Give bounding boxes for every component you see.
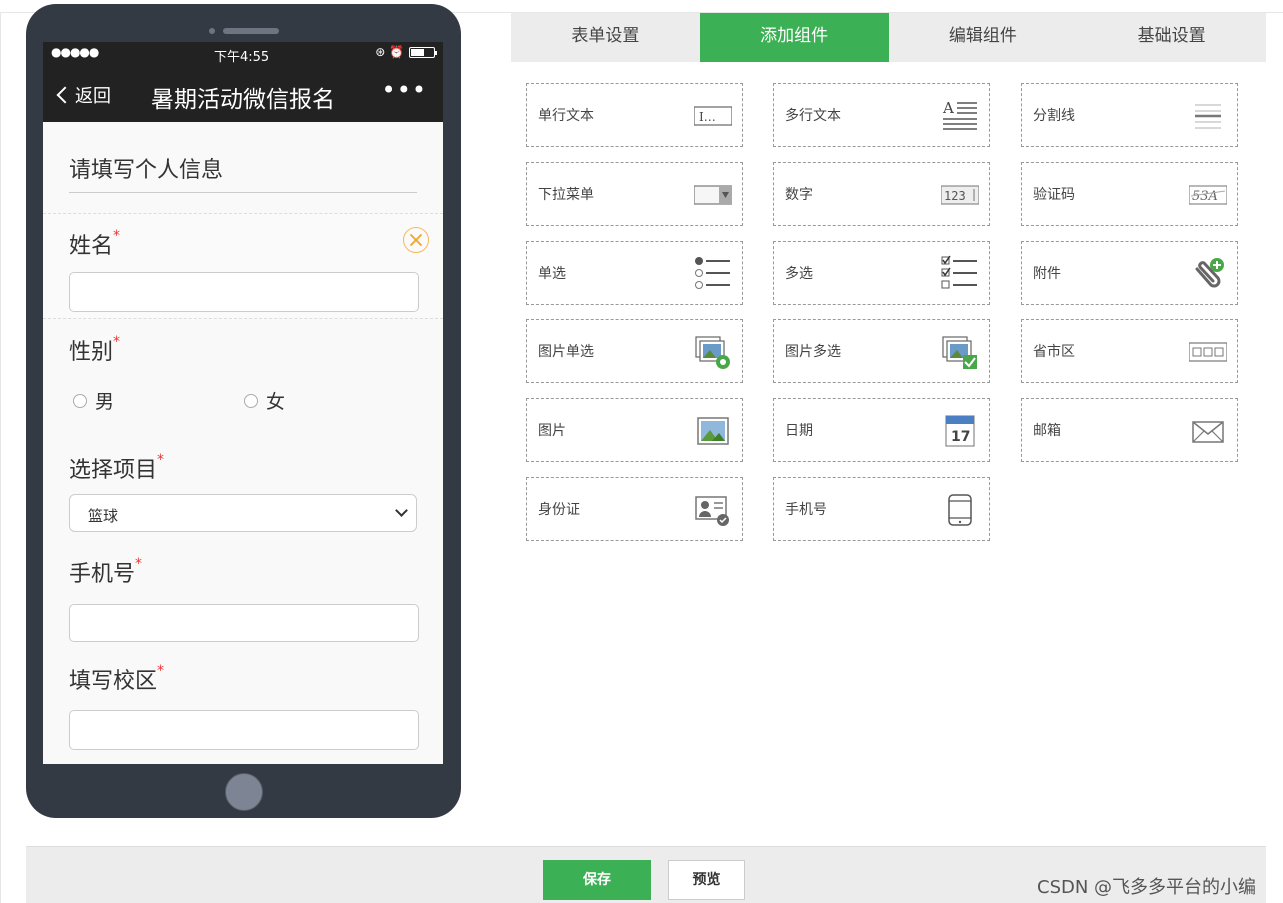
chevron-down-icon	[395, 504, 408, 517]
campus-input[interactable]	[69, 710, 419, 750]
component-multi-line-text[interactable]: 多行文本 A	[773, 83, 990, 147]
component-dropdown[interactable]: 下拉菜单	[526, 162, 743, 226]
more-icon[interactable]: •••	[382, 76, 427, 104]
mobile-phone-icon	[948, 494, 972, 526]
id-card-icon	[695, 496, 729, 526]
captcha-icon: 53A	[1189, 185, 1227, 205]
tab-edit-component[interactable]: 编辑组件	[889, 13, 1078, 62]
component-email[interactable]: 邮箱	[1021, 398, 1238, 462]
svg-text:53A: 53A	[1192, 189, 1218, 204]
preview-button[interactable]: 预览	[668, 860, 745, 900]
required-mark: *	[113, 228, 121, 244]
component-image[interactable]: 图片	[526, 398, 743, 462]
component-date[interactable]: 日期 17	[773, 398, 990, 462]
svg-text:I…: I…	[699, 110, 716, 124]
component-number[interactable]: 数字 123	[773, 162, 990, 226]
component-attachment[interactable]: 附件	[1021, 241, 1238, 305]
campus-label: 填写校区*	[69, 663, 165, 694]
image-radio-icon	[695, 336, 730, 369]
alarm-icon: ⊛ ⏰	[375, 45, 404, 59]
radio-male[interactable]: 男	[73, 387, 114, 414]
attachment-icon	[1195, 258, 1224, 288]
component-divider[interactable]: 分割线	[1021, 83, 1238, 147]
signal-icon: ●●●●●	[51, 45, 99, 59]
delete-field-icon[interactable]	[403, 227, 429, 253]
page: ●●●●● 下午4:55 ⊛ ⏰ 返回 暑期活动微信报名 ••• 请填写个人信息	[0, 0, 1283, 903]
phone-label: 手机号*	[69, 556, 143, 587]
form-heading: 请填写个人信息	[69, 158, 224, 183]
dropdown-icon	[694, 185, 732, 205]
svg-text:17: 17	[951, 429, 970, 445]
component-image-radio[interactable]: 图片单选	[526, 319, 743, 383]
component-captcha[interactable]: 验证码 53A	[1021, 162, 1238, 226]
tab-basic-settings[interactable]: 基础设置	[1077, 13, 1266, 62]
phone-screen: ●●●●● 下午4:55 ⊛ ⏰ 返回 暑期活动微信报名 ••• 请填写个人信息	[43, 42, 443, 764]
phone-preview: ●●●●● 下午4:55 ⊛ ⏰ 返回 暑期活动微信报名 ••• 请填写个人信息	[26, 4, 461, 818]
required-mark: *	[157, 452, 165, 468]
region-icon	[1189, 342, 1227, 362]
tab-form-settings[interactable]: 表单设置	[511, 13, 700, 62]
project-selected-value: 篮球	[88, 507, 119, 525]
svg-text:A: A	[942, 99, 954, 117]
heading-divider	[69, 192, 417, 193]
divider-icon	[1195, 104, 1221, 129]
save-button[interactable]: 保存	[543, 860, 651, 900]
number-icon: 123	[941, 185, 979, 205]
nav-bar: 返回 暑期活动微信报名 •••	[43, 66, 443, 122]
left-divider	[0, 12, 1, 903]
radio-female[interactable]: 女	[244, 387, 285, 414]
home-button	[225, 773, 263, 811]
name-input[interactable]	[69, 272, 419, 312]
required-mark: *	[113, 334, 121, 350]
component-image-checkbox[interactable]: 图片多选	[773, 319, 990, 383]
radio-circle-icon	[73, 393, 87, 408]
component-checkbox[interactable]: 多选	[773, 241, 990, 305]
watermark: CSDN @飞多多平台的小编	[1037, 877, 1257, 898]
required-mark: *	[157, 663, 165, 679]
checkbox-list-icon	[941, 255, 977, 289]
settings-tabs: 表单设置 添加组件 编辑组件 基础设置	[511, 13, 1266, 62]
multi-line-text-icon: A	[942, 99, 977, 130]
project-label: 选择项目*	[69, 452, 165, 483]
tab-add-component[interactable]: 添加组件	[699, 13, 889, 62]
status-bar: ●●●●● 下午4:55 ⊛ ⏰	[43, 42, 443, 66]
battery-icon	[409, 46, 437, 58]
svg-text:123: 123	[944, 189, 966, 203]
component-radio[interactable]: 单选	[526, 241, 743, 305]
phone-input[interactable]	[69, 604, 419, 642]
image-checkbox-icon	[942, 336, 977, 369]
component-region[interactable]: 省市区	[1021, 319, 1238, 383]
gender-label: 性别*	[69, 334, 121, 365]
radio-list-icon	[695, 257, 730, 289]
component-id-card[interactable]: 身份证	[526, 477, 743, 541]
required-mark: *	[135, 556, 143, 572]
speaker-icon	[223, 28, 279, 34]
project-select[interactable]: 篮球	[69, 494, 417, 532]
camera-icon	[209, 28, 215, 34]
email-icon	[1192, 421, 1224, 443]
calendar-icon: 17	[945, 415, 975, 447]
status-icons: ⊛ ⏰	[375, 45, 437, 59]
status-time: 下午4:55	[214, 50, 270, 65]
component-mobile[interactable]: 手机号	[773, 477, 990, 541]
image-icon	[697, 417, 729, 445]
component-single-line-text[interactable]: 单行文本 I…	[526, 83, 743, 147]
radio-circle-icon	[244, 393, 258, 408]
name-label: 姓名*	[69, 228, 121, 259]
single-line-text-icon: I…	[694, 106, 732, 126]
